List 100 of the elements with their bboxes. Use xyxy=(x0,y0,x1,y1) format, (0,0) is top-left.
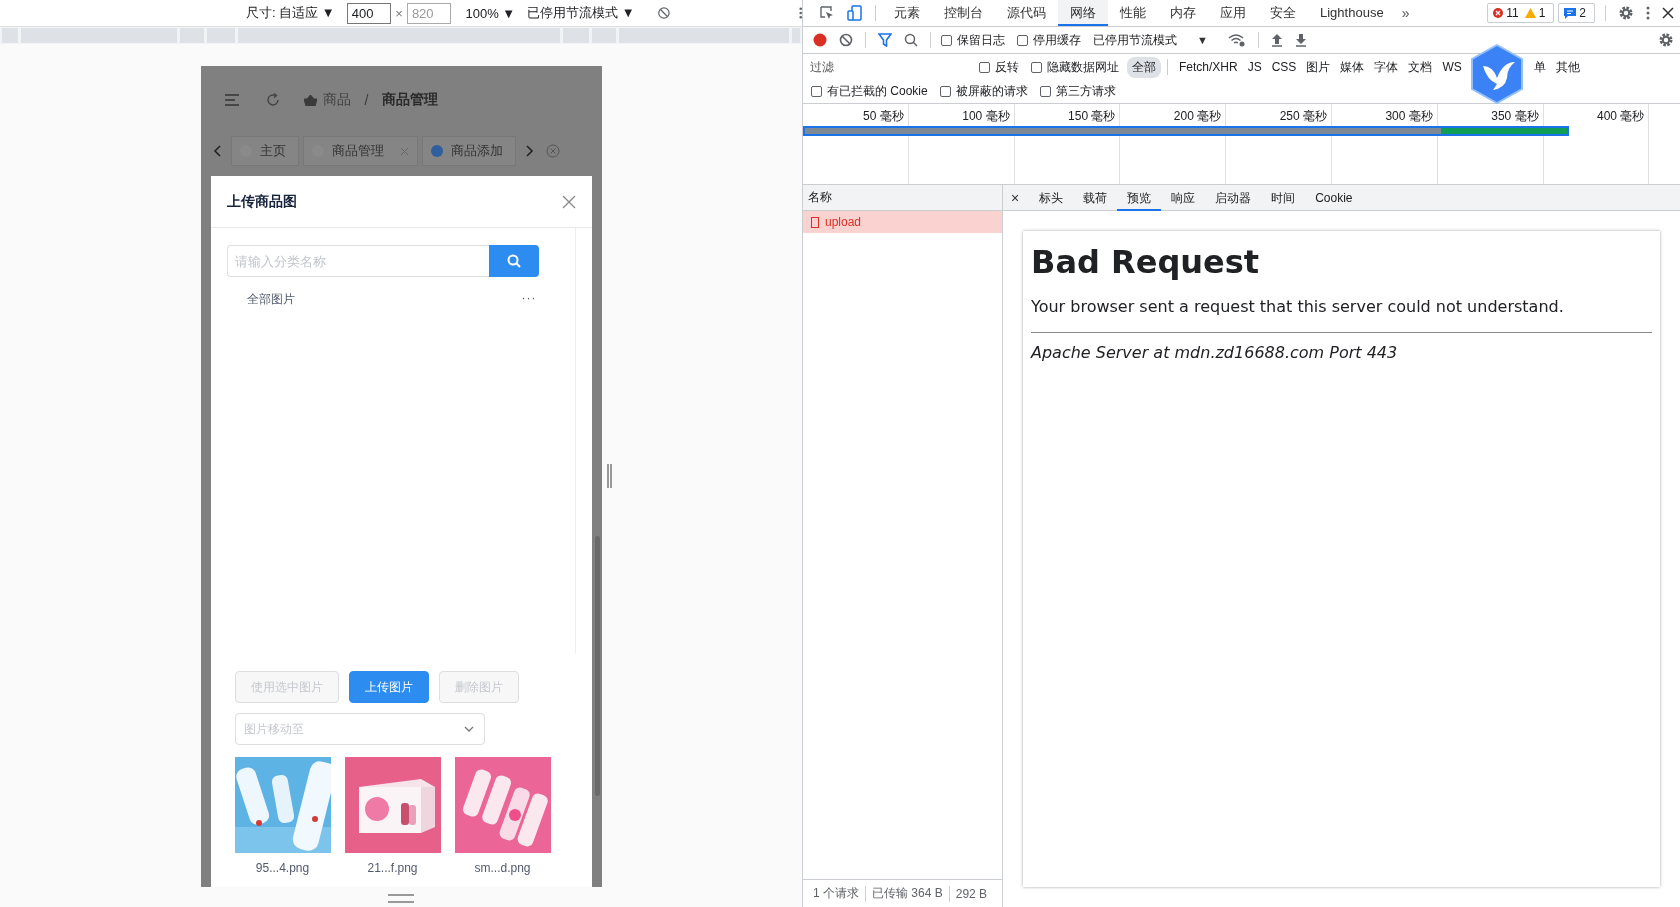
tick-label: 350 毫秒 xyxy=(1491,109,1539,123)
detail-tab[interactable]: 预览 xyxy=(1117,184,1162,211)
status-text: 292 B xyxy=(955,886,988,901)
record-icon[interactable] xyxy=(813,33,827,47)
detail-tab[interactable]: 载荷 xyxy=(1073,184,1118,211)
page-tab[interactable]: 商品管理 xyxy=(302,136,418,166)
detail-tab[interactable]: 标头 xyxy=(1029,184,1074,211)
checkbox[interactable]: 保留日志 xyxy=(941,31,1005,49)
file-name: sm...d.png xyxy=(474,861,531,875)
message-icon xyxy=(1564,7,1577,19)
settings-icon[interactable] xyxy=(1618,5,1634,21)
panel-tab[interactable]: 应用 xyxy=(1208,0,1258,26)
panel-tab[interactable]: 内存 xyxy=(1158,0,1208,26)
file-name: 21...f.png xyxy=(367,861,418,875)
filter-type-button[interactable]: JS xyxy=(1242,58,1267,76)
filter-type-button[interactable]: Fetch/XHR xyxy=(1174,58,1243,76)
filter-type-button[interactable]: 字体 xyxy=(1369,56,1404,78)
filter-type-button[interactable]: 单 xyxy=(1528,56,1551,78)
more-tabs-button[interactable]: » xyxy=(1395,5,1416,21)
checkbox[interactable]: 反转 xyxy=(979,58,1019,76)
column-header: 名称 xyxy=(803,185,1002,211)
throttle-dropdown[interactable]: 已停用节流模式 ▼ xyxy=(527,4,635,22)
filter-type-button[interactable]: 其他 xyxy=(1550,56,1585,78)
more-button[interactable]: ··· xyxy=(521,291,537,308)
issues-counter[interactable]: 11 1 xyxy=(1487,3,1555,23)
filter-type-button[interactable]: WS xyxy=(1437,58,1467,76)
search-icon xyxy=(506,254,521,268)
warning-icon xyxy=(1524,8,1536,18)
rotate-icon[interactable] xyxy=(656,5,671,21)
device-icon[interactable] xyxy=(847,5,863,21)
tick-label: 300 毫秒 xyxy=(1385,109,1433,123)
filter-type-button[interactable]: 文档 xyxy=(1403,56,1438,78)
request-row[interactable]: upload xyxy=(803,211,1002,233)
page-tab[interactable]: 商品添加 xyxy=(421,136,516,166)
breadcrumb-separator: / xyxy=(364,92,369,108)
breadcrumb-link[interactable]: 商品管理 xyxy=(382,91,439,109)
status-text: 1 个请求 xyxy=(813,885,859,902)
tick-label: 200 毫秒 xyxy=(1173,109,1222,123)
detail-tab[interactable]: 时间 xyxy=(1261,184,1306,211)
page-heading: Bad Request xyxy=(1031,243,1261,281)
search-field[interactable]: 请输入分类名称 xyxy=(226,245,489,277)
filter-type-button[interactable]: CSS xyxy=(1266,58,1302,76)
chevron-down-icon xyxy=(463,726,474,732)
wifi-settings-icon[interactable] xyxy=(1227,33,1246,47)
chevron-left-icon[interactable] xyxy=(212,145,223,157)
filter-type-button[interactable]: 全部 xyxy=(1127,56,1161,78)
resize-handle[interactable] xyxy=(607,464,612,488)
tick-label: 250 毫秒 xyxy=(1279,109,1327,123)
basket-icon xyxy=(303,94,317,106)
filter-icon[interactable] xyxy=(878,33,892,47)
panel-tab[interactable]: 性能 xyxy=(1108,0,1158,26)
page-tab[interactable]: 主页 xyxy=(230,136,299,166)
times-sign: × xyxy=(395,5,403,21)
dialog-title: 上传商品图 xyxy=(226,192,297,211)
filter-type-button[interactable]: 图片 xyxy=(1301,56,1336,78)
close-icon[interactable] xyxy=(1662,7,1674,19)
panel-tab[interactable]: 源代码 xyxy=(995,0,1058,26)
checkbox[interactable]: 第三方请求 xyxy=(1039,83,1116,100)
tick-label: 50 毫秒 xyxy=(863,109,904,123)
panel-tab[interactable]: 安全 xyxy=(1258,0,1308,26)
detail-tab[interactable]: 启动器 xyxy=(1205,184,1262,211)
caret-icon[interactable]: ▼ xyxy=(1197,34,1208,46)
checkbox[interactable]: 隐藏数据网址 xyxy=(1031,58,1119,76)
bird-icon[interactable] xyxy=(1468,44,1525,104)
detail-tab[interactable]: 响应 xyxy=(1161,184,1206,211)
device-size-dropdown[interactable]: 尺寸: 自适应 ▼ xyxy=(246,4,335,22)
panel-tab[interactable]: 元素 xyxy=(882,0,932,26)
more-icon[interactable] xyxy=(1646,6,1650,20)
search-icon[interactable] xyxy=(904,33,918,47)
checkbox[interactable]: 有已拦截的 Cookie xyxy=(811,83,928,100)
zoom-dropdown[interactable]: 100% ▼ xyxy=(465,5,516,21)
tick-label: 150 毫秒 xyxy=(1068,109,1116,123)
checkbox[interactable]: 停用缓存 xyxy=(1017,31,1081,49)
chevron-right-icon[interactable] xyxy=(523,145,534,157)
tick-label: 100 毫秒 xyxy=(962,109,1010,123)
checkbox[interactable]: 被屏蔽的请求 xyxy=(939,83,1028,100)
menu-icon[interactable] xyxy=(223,93,240,107)
throttle-dropdown[interactable]: 已停用节流模式 xyxy=(1093,31,1177,49)
refresh-icon[interactable] xyxy=(265,93,280,107)
more-icon[interactable] xyxy=(798,6,802,20)
inspect-icon[interactable] xyxy=(819,5,835,21)
settings-icon[interactable] xyxy=(1658,32,1674,48)
search-button[interactable] xyxy=(488,245,539,277)
server-signature: Apache Server at mdn.zd16688.com Port 443 xyxy=(1031,343,1399,362)
width-field[interactable]: 400 xyxy=(346,2,392,24)
error-icon xyxy=(1493,8,1504,18)
upload-icon[interactable] xyxy=(1270,33,1283,47)
panel-tab[interactable]: Lighthouse xyxy=(1308,0,1396,26)
filter-type-button[interactable]: 媒体 xyxy=(1335,56,1370,78)
tick-label: 400 毫秒 xyxy=(1597,109,1645,123)
detail-tab[interactable]: Cookie xyxy=(1305,184,1363,211)
close-button[interactable]: × xyxy=(1011,189,1020,206)
download-icon[interactable] xyxy=(1294,33,1307,47)
panel-tab[interactable]: 网络 xyxy=(1058,0,1108,26)
resize-handle[interactable] xyxy=(388,894,414,903)
page-message: Your browser sent a request that this server could not understand. xyxy=(1031,297,1565,316)
panel-tab[interactable]: 控制台 xyxy=(932,0,995,26)
clear-icon[interactable] xyxy=(839,33,853,47)
category-item[interactable]: 全部图片 xyxy=(246,291,295,308)
messages-counter[interactable]: 2 xyxy=(1558,3,1595,23)
